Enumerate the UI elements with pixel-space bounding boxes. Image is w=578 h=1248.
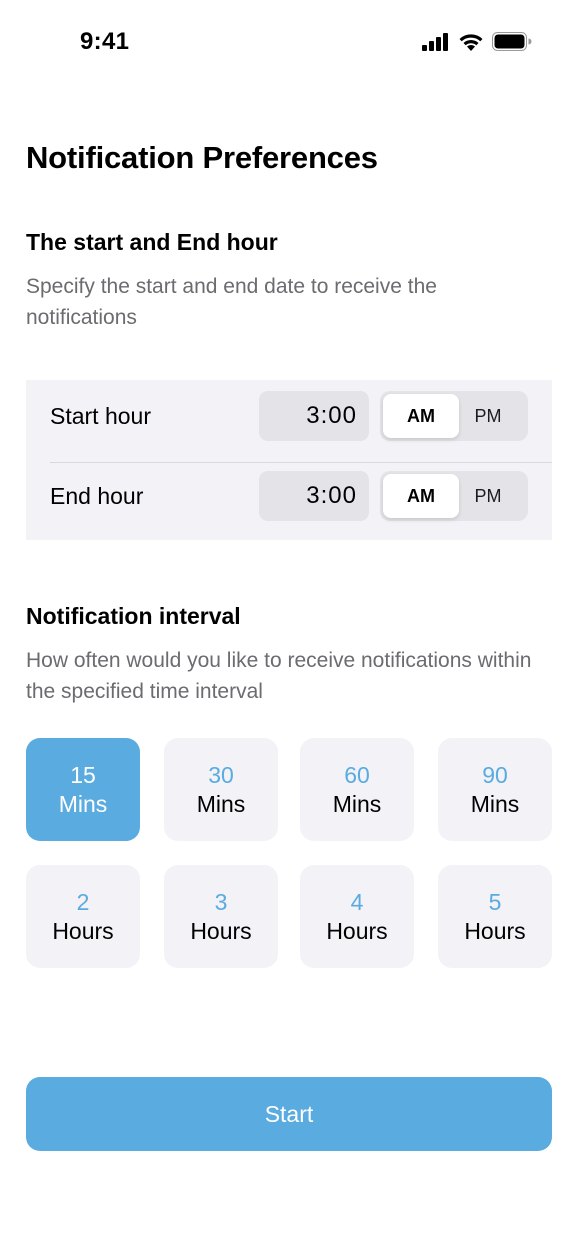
interval-value: 90: [482, 762, 508, 788]
interval-section-description: How often would you like to receive noti…: [26, 649, 532, 703]
interval-unit: Mins: [196, 791, 246, 817]
interval-value: 30: [208, 762, 234, 788]
interval-unit: Mins: [58, 791, 108, 817]
hours-section-title: The start and End hour: [26, 229, 278, 255]
status-icons: [422, 32, 532, 51]
interval-option-30-mins[interactable]: 30 Mins: [164, 738, 278, 841]
interval-unit: Hours: [52, 918, 114, 944]
interval-option-3-hours[interactable]: 3 Hours: [164, 865, 278, 968]
status-time: 9:41: [80, 28, 130, 55]
interval-value: 4: [350, 889, 364, 915]
hours-panel: Start hour 3:00 AM PM End hour 3:00 AM P…: [26, 380, 552, 540]
interval-value: 60: [344, 762, 370, 788]
start-hour-ampm-toggle: AM PM: [380, 391, 528, 441]
end-hour-label: End hour: [50, 483, 144, 509]
interval-value: 5: [488, 889, 502, 915]
interval-section-title: Notification interval: [26, 603, 241, 629]
start-hour-pm-option[interactable]: PM: [450, 394, 526, 438]
interval-value: 3: [214, 889, 228, 915]
start-hour-am-option[interactable]: AM: [383, 394, 459, 438]
interval-option-90-mins[interactable]: 90 Mins: [438, 738, 552, 841]
interval-value: 15: [70, 762, 96, 788]
start-hour-row: Start hour 3:00 AM PM: [26, 380, 552, 463]
end-hour-am-option[interactable]: AM: [383, 474, 459, 518]
interval-option-5-hours[interactable]: 5 Hours: [438, 865, 552, 968]
interval-option-15-mins[interactable]: 15 Mins: [26, 738, 140, 841]
interval-option-60-mins[interactable]: 60 Mins: [300, 738, 414, 841]
end-hour-row: End hour 3:00 AM PM: [26, 460, 552, 540]
interval-unit: Hours: [326, 918, 388, 944]
interval-unit: Hours: [464, 918, 526, 944]
interval-unit: Mins: [332, 791, 382, 817]
cellular-signal-icon: [422, 32, 450, 51]
start-hour-label: Start hour: [50, 403, 151, 429]
interval-unit: Mins: [470, 791, 520, 817]
start-button[interactable]: Start: [26, 1077, 552, 1151]
hours-section-description: Specify the start and end date to receiv…: [26, 275, 437, 329]
page-title: Notification Preferences: [26, 140, 378, 175]
end-hour-ampm-toggle: AM PM: [380, 471, 528, 521]
end-hour-pm-option[interactable]: PM: [450, 474, 526, 518]
battery-icon: [492, 32, 532, 51]
start-hour-time-picker[interactable]: 3:00: [259, 391, 369, 441]
status-bar: 9:41: [0, 0, 578, 86]
wifi-icon: [458, 32, 484, 51]
interval-option-2-hours[interactable]: 2 Hours: [26, 865, 140, 968]
interval-option-4-hours[interactable]: 4 Hours: [300, 865, 414, 968]
interval-unit: Hours: [190, 918, 252, 944]
interval-value: 2: [76, 889, 90, 915]
end-hour-time-picker[interactable]: 3:00: [259, 471, 369, 521]
